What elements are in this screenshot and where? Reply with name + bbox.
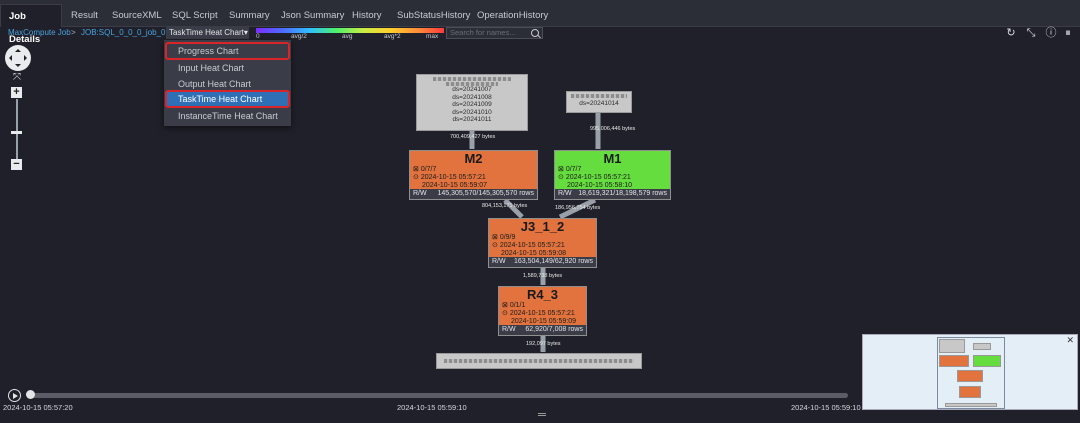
edge-label: 995,006,446 bytes [590,126,636,132]
timeline-start: 2024-10-15 05:57:20 [3,403,73,412]
edge-label: 700,409,427 bytes [450,134,496,140]
clock-icon: ⊙ [558,174,564,181]
tab-sql-script[interactable]: SQL Script [164,4,226,27]
progress-icon: ⊠ [492,234,498,241]
source-table-right[interactable]: ds=20241014 [566,91,632,113]
chart-type-dropdown[interactable]: TaskTime Heat Chart▾ [166,27,249,39]
edge-label: 192,097 bytes [526,341,561,347]
pause-icon[interactable]: ⏸ [1062,27,1074,39]
progress-icon: ⊠ [413,166,419,173]
source-table-left[interactable]: ds=20241007 ds=20241008 ds=20241009 ds=2… [416,74,528,131]
breadcrumb-separator: > [71,28,76,37]
tab-operationhistory[interactable]: OperationHistory [469,4,556,27]
node-progress: ⊠ 0/7/7 [558,166,582,173]
timeline-thumb[interactable] [26,390,35,399]
tab-job-details[interactable]: Job Details [0,4,62,45]
redacted-table-name [571,94,627,98]
breadcrumb-job[interactable]: MaxCompute Job [8,27,71,39]
pan-control[interactable] [5,45,31,71]
node-progress: ⊠ 0/1/1 [502,302,526,309]
node-start-time: ⊙ 2024-10-15 05:57:21 [502,310,575,317]
node-rows: R/W 145,305,570/145,305,570 rows [410,189,537,199]
node-m1[interactable]: M1 ⊠ 0/7/7 ⊙ 2024-10-15 05:57:21 2024-10… [554,150,671,200]
node-start-time: ⊙ 2024-10-15 05:57:21 [413,174,486,181]
close-icon[interactable]: ✕ [1066,336,1074,345]
minimap-viewport[interactable] [937,337,1005,409]
progress-icon: ⊠ [558,166,564,173]
edge-label: 186,956,754 bytes [555,205,601,211]
timeline-end: 2024-10-15 05:59:10 [791,403,861,412]
zoom-in-button[interactable]: + [11,87,22,98]
tab-summary[interactable]: Summary [221,4,278,27]
search-icon[interactable] [531,29,539,37]
edge-label: 804,153,171 bytes [482,203,528,209]
minimap[interactable]: ✕ [862,334,1078,410]
edge-label: 1,589,738 bytes [523,273,563,279]
partition-label: ds=20241008 [452,93,492,101]
info-icon[interactable]: ⓘ [1045,27,1057,39]
node-title: R4_3 [526,287,559,302]
menu-item-progress-chart[interactable]: Progress Chart [165,42,290,60]
node-start-time: ⊙ 2024-10-15 05:57:21 [492,242,565,249]
heat-legend-max: max [426,33,439,40]
node-j3-1-2[interactable]: J3_1_2 ⊠ 0/9/9 ⊙ 2024-10-15 05:57:21 202… [488,218,597,268]
tab-result[interactable]: Result [63,4,106,27]
search-input[interactable]: Search for names... [446,27,543,39]
collapse-icon[interactable]: ⤡ [1025,27,1037,39]
progress-icon: ⊠ [502,302,508,309]
node-progress: ⊠ 0/9/9 [492,234,516,241]
partition-label: ds=20241009 [452,101,492,108]
refresh-icon[interactable]: ↻ [1005,27,1017,39]
node-title: M2 [464,151,483,166]
heat-legend-avg-half: avg/2 [291,33,307,40]
heat-legend-min: 0 [256,33,260,40]
node-progress: ⊠ 0/7/7 [413,166,437,173]
node-rows: R/W 62,920/7,008 rows [499,325,586,335]
menu-item-tasktime-heat-chart[interactable]: TaskTime Heat Chart [165,90,290,108]
menu-item-instancetime-heat-chart[interactable]: InstanceTime Heat Chart [166,108,289,124]
chart-type-menu: Progress Chart Input Heat Chart Output H… [164,40,291,126]
node-rows: R/W 18,619,321/18,198,579 rows [555,189,670,199]
pan-up-icon[interactable] [15,46,21,52]
partition-label: ds=20241011 [452,116,492,123]
node-title: J3_1_2 [520,219,565,234]
zoom-slider-track[interactable] [15,99,18,159]
clock-icon: ⊙ [492,242,498,249]
node-r4-3[interactable]: R4_3 ⊠ 0/1/1 ⊙ 2024-10-15 05:57:21 2024-… [498,286,587,336]
node-rows: R/W 163,504,149/62,920 rows [489,257,596,267]
tab-history[interactable]: History [344,4,390,27]
breadcrumb-instance[interactable]: JOB:SQL_0_0_0_job_0 [81,27,166,39]
fit-view-icon[interactable]: ⤧ [12,73,22,83]
pan-down-icon[interactable] [15,64,21,70]
partition-label: ds=20241014 [579,100,619,107]
tab-json-summary[interactable]: Json Summary [273,4,352,27]
zoom-slider-handle[interactable] [11,131,22,134]
node-start-time: ⊙ 2024-10-15 05:57:21 [558,174,631,181]
timeline-track[interactable] [28,393,848,398]
resize-handle[interactable] [538,413,546,416]
partition-label: ds=20241007 [452,86,492,93]
menu-item-output-heat-chart[interactable]: Output Heat Chart [166,76,289,92]
heat-legend-avg: avg [342,33,353,40]
timeline-mid: 2024-10-15 05:59:10 [397,403,467,412]
play-button[interactable] [8,389,21,402]
redacted-table-name [433,77,511,81]
tab-substatushistory[interactable]: SubStatusHistory [389,4,478,27]
pan-left-icon[interactable] [6,55,12,61]
redacted-table-name [444,359,634,363]
tab-sourcexml[interactable]: SourceXML [104,4,170,27]
clock-icon: ⊙ [502,310,508,317]
sink-table[interactable] [436,353,642,369]
node-m2[interactable]: M2 ⊠ 0/7/7 ⊙ 2024-10-15 05:57:21 2024-10… [409,150,538,200]
menu-item-input-heat-chart[interactable]: Input Heat Chart [166,60,289,76]
clock-icon: ⊙ [413,174,419,181]
node-title: M1 [603,151,622,166]
pan-right-icon[interactable] [24,55,30,61]
heat-legend-avg-double: avg*2 [384,33,401,40]
zoom-out-button[interactable]: − [11,159,22,170]
tab-bar: Job Details Result SourceXML SQL Script … [0,0,1080,45]
partition-label: ds=20241010 [452,108,492,116]
